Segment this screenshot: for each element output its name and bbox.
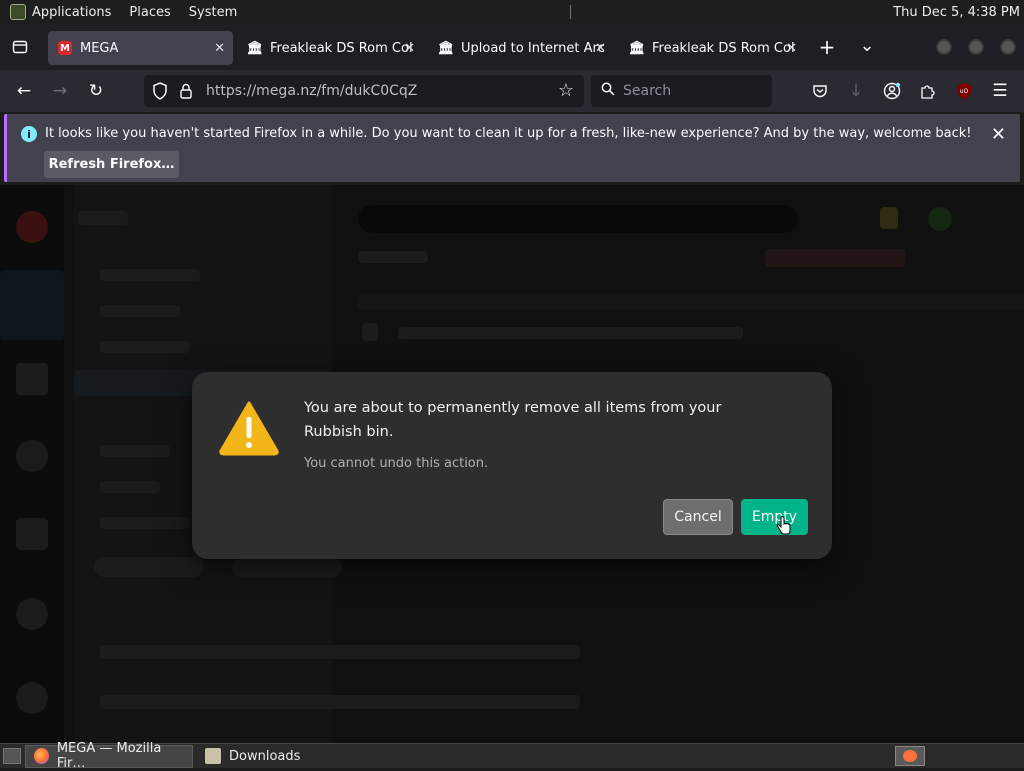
clock[interactable]: Thu Dec 5, 4:38 PM [893, 5, 1020, 20]
close-tab-icon[interactable]: ✕ [595, 41, 606, 56]
url-text[interactable]: https://mega.nz/fm/dukC0CqZ [206, 83, 417, 99]
list-all-tabs-button[interactable]: ⌄ [854, 32, 880, 58]
warning-triangle-icon [218, 400, 280, 460]
applications-icon[interactable] [10, 4, 26, 20]
new-tab-button[interactable]: + [814, 34, 840, 60]
firefox-icon [903, 750, 917, 762]
workspace-switcher[interactable] [895, 746, 925, 766]
taskbar-item-firefox[interactable]: MEGA — Mozilla Fir… [25, 741, 193, 771]
tab-freakleak-2[interactable]: 🏛 Freakleak DS Rom Col ✕ [620, 31, 805, 65]
search-icon [601, 82, 615, 100]
cancel-button[interactable]: Cancel [663, 499, 733, 535]
tab-freakleak-1[interactable]: 🏛 Freakleak DS Rom Col ✕ [238, 31, 423, 65]
dialog-subtext: You cannot undo this action. [304, 456, 489, 471]
minimize-window-button[interactable] [936, 39, 952, 55]
pocket-icon[interactable] [807, 78, 833, 104]
info-icon: i [21, 126, 37, 142]
internet-archive-icon: 🏛 [246, 40, 264, 56]
menu-system[interactable]: System [189, 5, 237, 20]
panel-separator [569, 5, 571, 19]
taskbar-item-label: Downloads [229, 748, 301, 764]
taskbar-item-downloads[interactable]: Downloads [197, 745, 308, 768]
search-bar[interactable]: Search [591, 75, 772, 107]
search-placeholder: Search [623, 83, 672, 99]
internet-archive-icon: 🏛 [628, 40, 646, 56]
navigation-toolbar: ← → ↻ https://mega.nz/fm/dukC0CqZ ☆ Sear… [0, 70, 1024, 112]
hamburger-menu-icon[interactable]: ☰ [987, 78, 1013, 104]
forward-arrow-icon[interactable]: → [47, 78, 73, 104]
tracking-protection-shield-icon[interactable] [152, 82, 168, 104]
hand-cursor-icon [776, 516, 792, 540]
internet-archive-icon: 🏛 [437, 40, 455, 56]
tab-title: Freakleak DS Rom Col [652, 40, 795, 56]
tab-title: MEGA [80, 40, 119, 56]
notification-message: It looks like you haven't started Firefo… [45, 126, 972, 141]
firefox-view-icon[interactable] [7, 34, 33, 60]
svg-text:uO: uO [960, 88, 969, 95]
tab-title: Freakleak DS Rom Col [270, 40, 413, 56]
ublock-origin-icon[interactable]: uO [951, 78, 977, 104]
mega-logo-icon: M [58, 41, 72, 55]
firefox-notification-bar: i It looks like you haven't started Fire… [4, 114, 1020, 182]
maximize-window-button[interactable] [968, 39, 984, 55]
taskbar-item-label: MEGA — Mozilla Fir… [56, 741, 162, 771]
empty-rubbish-bin-dialog: You are about to permanently remove all … [192, 372, 832, 559]
close-tab-icon[interactable]: ✕ [404, 41, 415, 56]
tab-strip: M MEGA ✕ 🏛 Freakleak DS Rom Col ✕ 🏛 Uplo… [0, 24, 1024, 70]
account-icon[interactable] [879, 78, 905, 104]
url-bar[interactable]: https://mega.nz/fm/dukC0CqZ ☆ [144, 75, 584, 107]
firefox-icon [34, 748, 49, 764]
tab-mega[interactable]: M MEGA ✕ [48, 31, 233, 65]
bookmark-star-icon[interactable]: ☆ [558, 80, 574, 101]
lock-icon[interactable] [180, 83, 192, 103]
show-desktop-icon[interactable] [3, 748, 21, 764]
top-panel: Applications Places System Thu Dec 5, 4:… [0, 0, 1024, 24]
tab-upload-internet-archive[interactable]: 🏛 Upload to Internet Arc ✕ [429, 31, 614, 65]
close-window-button[interactable] [1000, 39, 1016, 55]
dialog-heading: You are about to permanently remove all … [304, 400, 722, 440]
back-arrow-icon[interactable]: ← [11, 78, 37, 104]
empty-button[interactable]: Empty [741, 499, 808, 535]
menu-places[interactable]: Places [129, 5, 170, 20]
bottom-taskbar: MEGA — Mozilla Fir… Downloads [0, 741, 1024, 771]
refresh-firefox-button[interactable]: Refresh Firefox… [44, 151, 179, 178]
reload-icon[interactable]: ↻ [83, 78, 109, 104]
extensions-puzzle-icon[interactable] [915, 78, 941, 104]
folder-icon [205, 748, 221, 764]
downloads-icon[interactable]: ↓ [843, 78, 869, 104]
close-tab-icon[interactable]: ✕ [786, 41, 797, 56]
close-tab-icon[interactable]: ✕ [214, 41, 225, 56]
menu-applications[interactable]: Applications [32, 5, 111, 20]
tab-title: Upload to Internet Arc [461, 40, 604, 56]
close-notification-icon[interactable]: ✕ [991, 124, 1006, 145]
